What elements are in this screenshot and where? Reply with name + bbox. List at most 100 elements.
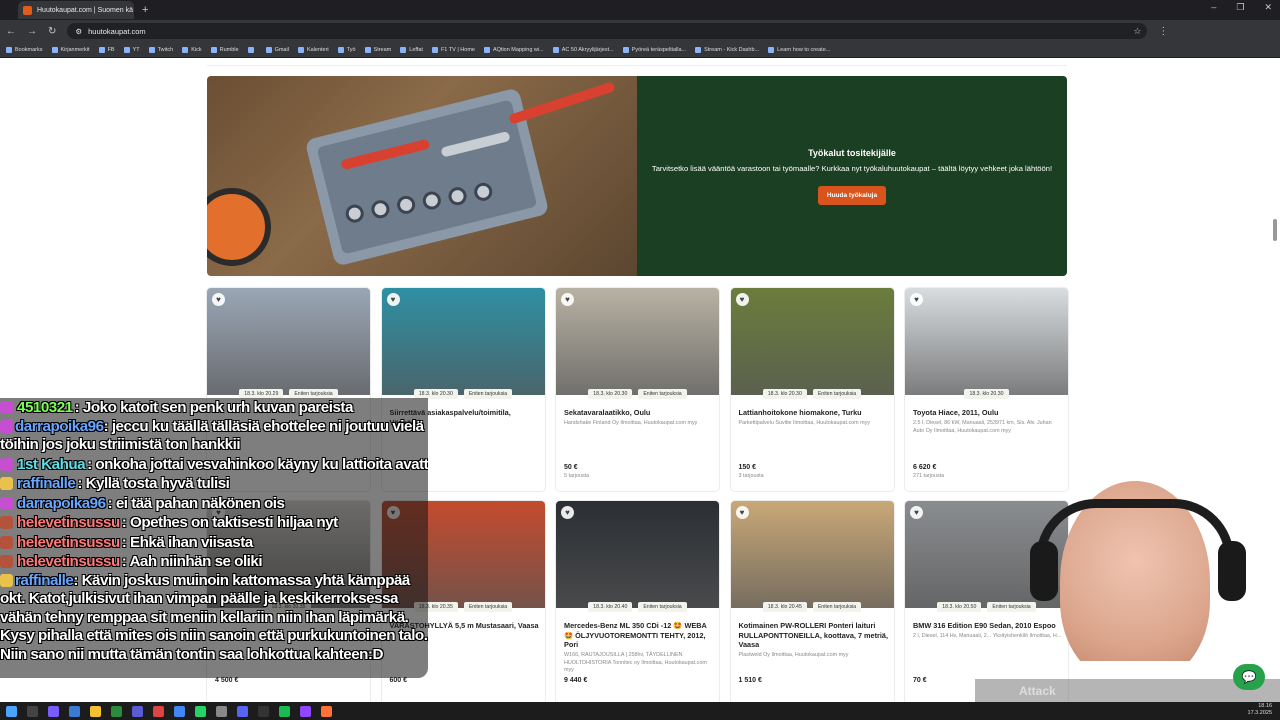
most-bids-badge: Eniten tarjouksia bbox=[638, 602, 687, 612]
listing-title[interactable]: Kotimainen PW-ROLLERI Ponteri laituri RU… bbox=[739, 621, 889, 650]
favorite-heart-icon[interactable]: ♥ bbox=[212, 293, 225, 306]
bookmark-icon bbox=[364, 46, 371, 53]
app-icon[interactable] bbox=[216, 705, 227, 717]
favorite-heart-icon[interactable]: ♥ bbox=[910, 506, 923, 519]
stream-chat-overlay: 4510321: Joko katoit sen penk urh kuvan … bbox=[0, 398, 428, 678]
bookmark-icon bbox=[51, 46, 58, 53]
close-window-icon[interactable]: ✕ bbox=[1264, 2, 1272, 13]
site-info-icon[interactable]: ⚙ bbox=[75, 27, 82, 36]
chat-username: raffinalle bbox=[17, 475, 76, 492]
app-icon[interactable] bbox=[111, 705, 122, 717]
bookmark-item[interactable] bbox=[247, 46, 257, 53]
bookmark-item[interactable]: Kalenteri bbox=[297, 46, 329, 53]
discord-icon[interactable] bbox=[237, 705, 248, 717]
whatsapp-icon[interactable] bbox=[195, 705, 206, 717]
bookmark-item[interactable]: Pyöreä teräspeltiallа... bbox=[622, 46, 686, 53]
back-icon[interactable]: ← bbox=[6, 26, 16, 37]
bookmark-icon bbox=[483, 46, 490, 53]
bookmark-item[interactable]: FB bbox=[98, 46, 115, 53]
listing-card[interactable]: ♥ 18.3. klo 20.45 Eniten tarjouksia Kotimai… bbox=[730, 501, 894, 702]
bookmark-item[interactable]: Stream - Kick Dashb... bbox=[695, 46, 759, 53]
chat-text: : onkoha jottai vesvahinkoo käyny ku lat… bbox=[87, 455, 428, 473]
chat-message: helevetinsussu: Opethes on taktisesti hi… bbox=[0, 513, 428, 533]
most-bids-badge: Eniten tarjouksia bbox=[463, 602, 513, 612]
bookmark-item[interactable]: Leffat bbox=[400, 46, 423, 53]
chat-message: raffinalle: Kävin joskus muinoin kattoma… bbox=[0, 572, 428, 665]
listing-card[interactable]: ♥ 18.3. klo 20.30 Eniten tarjouksia Sekatav… bbox=[556, 288, 719, 491]
favorite-heart-icon[interactable]: ♥ bbox=[735, 293, 749, 306]
bookmark-item[interactable]: Gmail bbox=[265, 46, 289, 53]
bookmark-item[interactable]: Kirjanmerkit bbox=[51, 46, 90, 53]
bookmark-item[interactable]: AQtion Mapping wi... bbox=[483, 46, 544, 53]
chat-text: : Joko katoit sen penk urh kuvan pareist… bbox=[74, 399, 354, 416]
favorite-heart-icon[interactable]: ♥ bbox=[561, 506, 574, 519]
listing-card[interactable]: ♥ 18.3. klo 20.40 Eniten tarjouksia Mercede… bbox=[556, 501, 719, 702]
browser-tab[interactable]: Huutokaupat.com | Suomen kä × bbox=[18, 1, 134, 19]
bookmark-star-icon[interactable]: ☆ bbox=[1133, 26, 1141, 37]
chat-badge-icon bbox=[0, 419, 13, 433]
listing-image[interactable] bbox=[905, 288, 1068, 395]
bookmark-item[interactable]: Learn how to create... bbox=[768, 46, 830, 53]
banner-cta-button[interactable]: Huuda työkaluja bbox=[817, 185, 887, 205]
chat-badge-icon bbox=[0, 573, 13, 587]
maximize-icon[interactable]: ❐ bbox=[1236, 2, 1244, 13]
chat-username: 1st Kahua bbox=[17, 455, 86, 473]
bookmark-icon bbox=[622, 46, 629, 53]
listing-image[interactable] bbox=[207, 288, 370, 395]
listing-title[interactable]: Lattianhoitokone hiomakone, Turku bbox=[739, 408, 889, 418]
twitch-icon[interactable] bbox=[300, 705, 311, 717]
listing-card[interactable]: ♥ 18.3. klo 20.30 Eniten tarjouksia Lattian… bbox=[730, 288, 894, 491]
favorite-heart-icon[interactable]: ♥ bbox=[735, 506, 749, 519]
reload-icon[interactable]: ↻ bbox=[48, 26, 56, 37]
listing-image[interactable] bbox=[556, 288, 719, 395]
forward-icon[interactable]: → bbox=[27, 26, 37, 37]
chat-support-button[interactable]: 💬 bbox=[1233, 664, 1265, 690]
listing-image[interactable] bbox=[556, 501, 719, 608]
extensions-icon[interactable]: ⋮ bbox=[1158, 26, 1168, 37]
firefox-icon[interactable] bbox=[321, 705, 332, 717]
new-tab-button[interactable]: + bbox=[142, 4, 148, 16]
chat-badge-icon bbox=[0, 457, 13, 471]
listing-image[interactable] bbox=[381, 288, 545, 395]
bookmark-item[interactable]: Kick bbox=[182, 46, 202, 53]
taskbar bbox=[0, 702, 1280, 720]
app-icon[interactable] bbox=[258, 705, 269, 717]
bookmark-item[interactable]: Stream bbox=[364, 46, 391, 53]
search-icon[interactable] bbox=[27, 705, 38, 717]
chat-text: : Ehkä ihan viisasta bbox=[121, 533, 253, 551]
app-icon[interactable] bbox=[48, 705, 59, 717]
app-icon[interactable] bbox=[153, 705, 164, 717]
listing-title[interactable]: Mercedes-Benz ML 350 CDi -12 🤩 WEBA 🤩 ÖL… bbox=[564, 621, 714, 650]
folder-icon[interactable] bbox=[90, 705, 101, 717]
minimize-icon[interactable]: – bbox=[1211, 2, 1216, 13]
bookmark-icon bbox=[265, 46, 272, 53]
promo-banner[interactable]: Työkalut tositekijälle Tarvitsetko lisää… bbox=[207, 76, 1067, 276]
scrollbar-thumb[interactable] bbox=[1273, 219, 1277, 241]
favorite-heart-icon[interactable]: ♥ bbox=[910, 293, 923, 306]
bookmark-item[interactable]: Twitch bbox=[148, 46, 173, 53]
bookmark-item[interactable]: AC 50 Akryylijärjest... bbox=[552, 46, 614, 53]
bookmark-item[interactable]: Bookmarks bbox=[6, 46, 43, 53]
spotify-icon[interactable] bbox=[279, 705, 290, 717]
favorite-heart-icon[interactable]: ♥ bbox=[561, 293, 574, 306]
listing-image[interactable] bbox=[730, 501, 894, 608]
listing-title[interactable]: Toyota Hiace, 2011, Oulu bbox=[913, 408, 1063, 418]
end-time-badge: 18.3. klo 20.45 bbox=[762, 602, 807, 612]
bookmark-item[interactable]: Työ bbox=[337, 46, 356, 53]
bookmark-item[interactable]: Rumble bbox=[210, 46, 239, 53]
app-icon[interactable] bbox=[132, 705, 143, 717]
favorite-heart-icon[interactable]: ♥ bbox=[386, 293, 400, 306]
bookmark-item[interactable]: YT bbox=[123, 46, 140, 53]
app-icon[interactable] bbox=[69, 705, 80, 717]
url-field[interactable]: ⚙ huutokaupat.com ☆ bbox=[67, 23, 1148, 39]
bookmark-item[interactable]: F1 TV | Home bbox=[431, 46, 475, 53]
listing-title[interactable]: Sekatavaralaatikko, Oulu bbox=[564, 408, 714, 418]
bookmark-icon bbox=[297, 46, 304, 53]
listing-image[interactable] bbox=[730, 288, 894, 395]
start-icon[interactable] bbox=[6, 705, 17, 717]
most-bids-badge: Eniten tarjouksia bbox=[812, 389, 862, 399]
listing-subtitle: Parkettipalvelu Suvitie Ilmoittaa, Huuto… bbox=[738, 420, 871, 426]
chrome-icon[interactable] bbox=[174, 705, 185, 717]
bookmark-icon bbox=[400, 46, 407, 53]
bookmark-icon bbox=[247, 46, 254, 53]
